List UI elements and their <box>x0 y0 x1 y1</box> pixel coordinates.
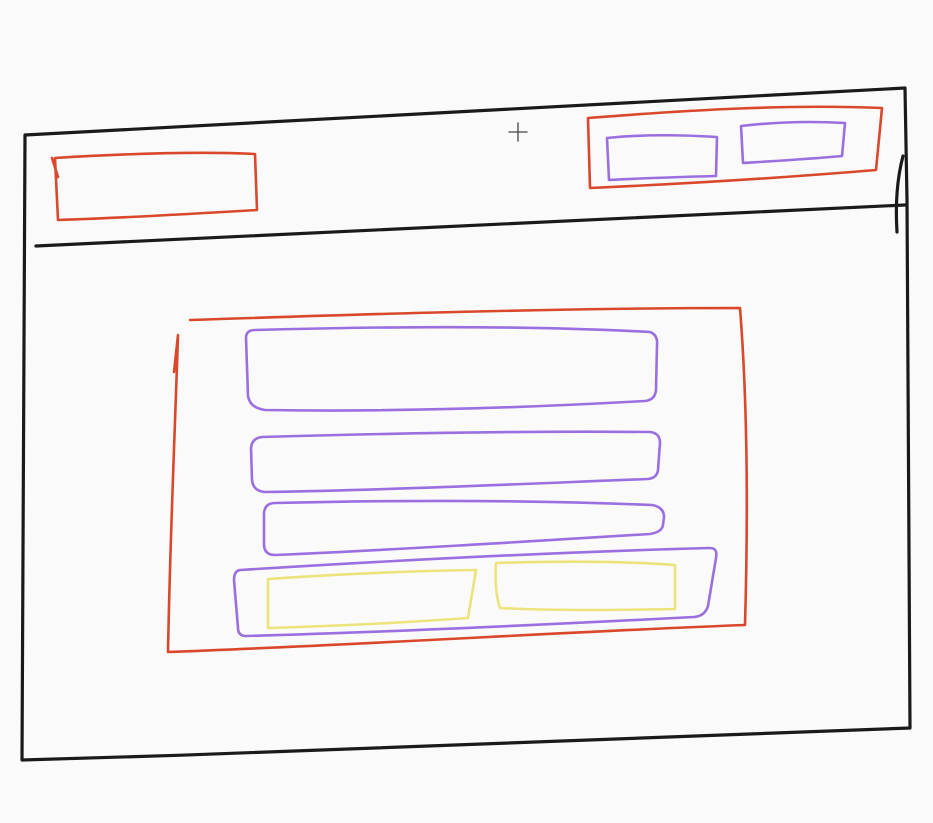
form-button-1[interactable] <box>266 568 478 630</box>
form-row-1[interactable] <box>244 325 659 412</box>
window-edge-mark <box>894 154 905 234</box>
form-row-3[interactable] <box>262 499 666 557</box>
header-action-item-2[interactable] <box>739 120 847 165</box>
window-frame <box>20 86 912 762</box>
form-container <box>166 306 749 654</box>
header-logo-box <box>50 151 259 222</box>
button-row <box>232 546 718 638</box>
header-actions-group <box>586 105 884 190</box>
crosshair-cursor-icon <box>508 122 528 142</box>
form-row-2[interactable] <box>249 430 662 494</box>
header-action-item-1[interactable] <box>605 133 719 182</box>
form-button-2[interactable] <box>494 560 677 612</box>
header-divider <box>34 203 907 248</box>
wireframe-sketch <box>20 86 912 762</box>
